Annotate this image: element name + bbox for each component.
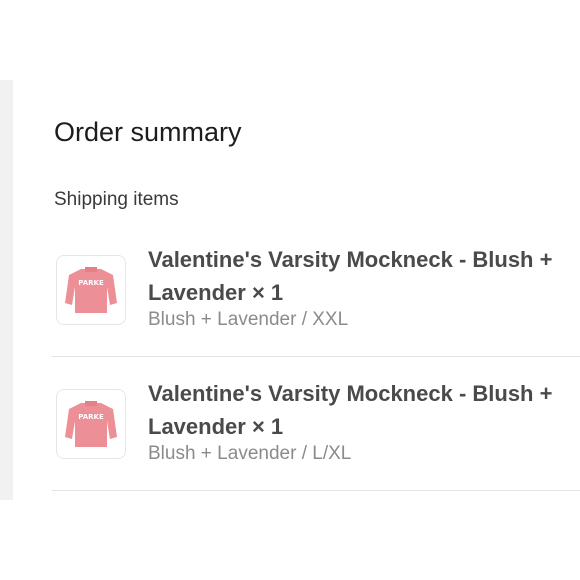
product-thumbnail[interactable]: PARKE <box>56 389 126 459</box>
item-name: Valentine's Varsity Mockneck - Blush + L… <box>148 381 553 439</box>
item-quantity: × 1 <box>251 280 284 305</box>
svg-text:PARKE: PARKE <box>78 413 104 421</box>
order-summary-title: Order summary <box>54 117 242 147</box>
item-name: Valentine's Varsity Mockneck - Blush + L… <box>148 247 553 305</box>
shipping-item[interactable]: PARKE Valentine's Varsity Mockneck - Blu… <box>52 223 580 357</box>
item-divider <box>52 490 580 491</box>
left-panel-edge <box>0 80 13 500</box>
pink-sweater-icon: PARKE <box>65 401 117 447</box>
svg-text:PARKE: PARKE <box>78 279 104 287</box>
item-quantity: × 1 <box>251 414 284 439</box>
shipping-item[interactable]: PARKE Valentine's Varsity Mockneck - Blu… <box>52 357 580 491</box>
shipping-items-label: Shipping items <box>54 189 179 210</box>
item-variant: Blush + Lavender / XXL <box>148 309 349 330</box>
product-thumbnail[interactable]: PARKE <box>56 255 126 325</box>
item-variant: Blush + Lavender / L/XL <box>148 443 352 464</box>
pink-sweater-icon: PARKE <box>65 267 117 313</box>
